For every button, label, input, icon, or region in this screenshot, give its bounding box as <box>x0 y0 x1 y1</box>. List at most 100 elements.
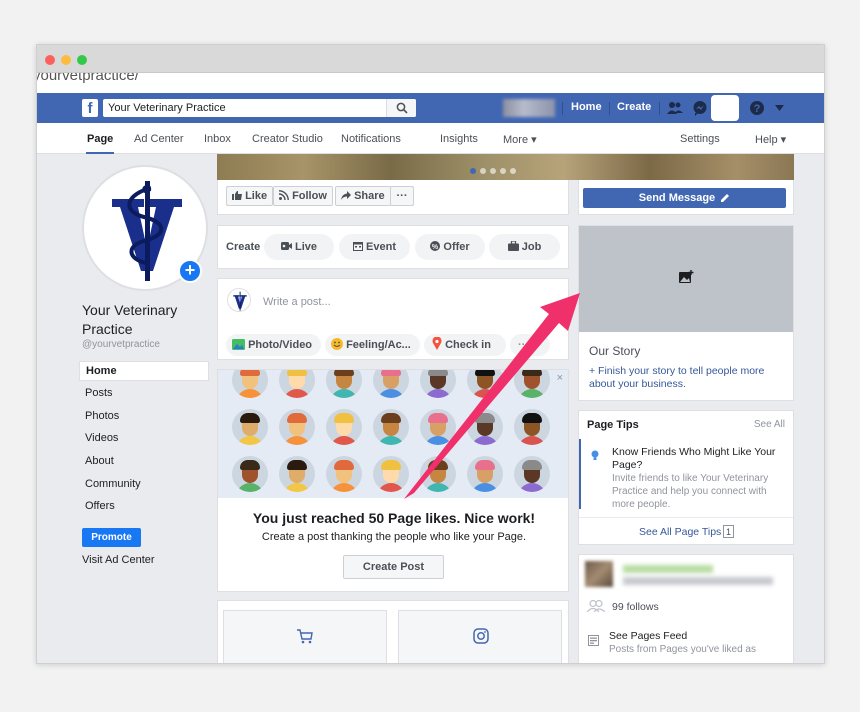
tip-description: Invite friends to like Your Veterinary P… <box>612 473 769 510</box>
fan-avatar <box>232 456 268 492</box>
fan-avatar <box>232 370 268 398</box>
friends-icon[interactable] <box>667 100 683 116</box>
tab-more[interactable]: More ▾ <box>503 133 537 146</box>
tips-see-all-link[interactable]: See All <box>754 419 785 430</box>
people-icon <box>587 600 605 612</box>
tab-insights[interactable]: Insights <box>440 133 478 145</box>
tip-question[interactable]: Know Friends Who Might Like Your Page? <box>612 446 782 472</box>
live-icon <box>280 242 292 250</box>
photo-icon <box>232 339 245 350</box>
create-post-button[interactable]: Create Post <box>343 555 444 579</box>
facebook-top-bar: f Your Veterinary Practice Home Create ? <box>37 93 824 123</box>
like-icon <box>232 191 242 200</box>
cover-carousel-dots[interactable] <box>470 165 520 177</box>
fans-illustration <box>218 370 568 498</box>
maximize-window-button[interactable] <box>77 55 87 65</box>
send-message-button[interactable]: Send Message <box>583 188 786 208</box>
add-photo-icon <box>679 270 694 283</box>
fan-avatar <box>326 409 362 445</box>
fan-avatar <box>279 456 315 492</box>
finish-story-link[interactable]: + Finish your story to tell people more … <box>589 365 789 391</box>
event-label: Event <box>366 241 397 253</box>
follows-count[interactable]: 99 follows <box>612 601 659 613</box>
f-logo-icon[interactable]: f <box>82 99 98 117</box>
fan-avatar <box>420 409 456 445</box>
visit-ad-center-link[interactable]: Visit Ad Center <box>82 554 155 566</box>
sidebar-item-posts[interactable]: Posts <box>85 387 113 399</box>
story-cover-placeholder[interactable] <box>579 226 793 332</box>
story-title: Our Story <box>589 344 641 358</box>
caret-down-icon[interactable] <box>775 105 784 111</box>
minimize-window-button[interactable] <box>61 55 71 65</box>
search-bar[interactable]: Your Veterinary Practice <box>103 99 416 117</box>
live-button[interactable]: Live <box>264 234 334 260</box>
sidebar-item-photos[interactable]: Photos <box>85 410 119 422</box>
fan-avatar <box>279 409 315 445</box>
tab-notifications[interactable]: Notifications <box>341 133 401 145</box>
job-button[interactable]: Job <box>489 234 560 260</box>
follow-button[interactable]: Follow <box>273 186 333 206</box>
tab-inbox[interactable]: Inbox <box>204 133 231 145</box>
share-label: Share <box>354 190 385 202</box>
tab-settings[interactable]: Settings <box>680 133 720 145</box>
live-label: Live <box>295 241 318 253</box>
offer-button[interactable]: % Offer <box>415 234 485 260</box>
fan-avatar <box>373 409 409 445</box>
feeling-icon <box>331 338 343 350</box>
like-label: Like <box>245 190 268 202</box>
tab-page[interactable]: Page <box>87 133 113 145</box>
job-icon <box>507 240 519 251</box>
home-link[interactable]: Home <box>571 101 602 113</box>
sidebar-item-about[interactable]: About <box>85 455 114 467</box>
tips-footer: See All Page Tips 1 <box>579 517 793 546</box>
write-post-input[interactable]: Write a post... <box>263 296 331 308</box>
see-all-page-tips-link[interactable]: See All Page Tips <box>639 526 721 538</box>
sidebar-item-videos[interactable]: Videos <box>85 432 118 444</box>
profile-avatar-blurred[interactable] <box>503 99 555 117</box>
sidebar-item-community[interactable]: Community <box>85 478 141 490</box>
notifications-blank[interactable] <box>711 95 739 121</box>
instagram-card[interactable] <box>398 610 562 663</box>
fan-avatar <box>467 409 503 445</box>
event-button[interactable]: Event <box>339 234 410 260</box>
fan-avatar <box>514 409 550 445</box>
photo-video-button[interactable]: Photo/Video <box>226 334 321 356</box>
more-composer-button[interactable]: ··· <box>510 334 550 356</box>
close-icon[interactable]: × <box>557 372 563 384</box>
like-button[interactable]: Like <box>226 186 274 206</box>
divider <box>609 102 610 115</box>
promote-button[interactable]: Promote <box>82 528 141 547</box>
tab-ad-center[interactable]: Ad Center <box>134 133 184 145</box>
close-window-button[interactable] <box>45 55 55 65</box>
add-photo-badge[interactable]: + <box>178 259 202 283</box>
check-in-button[interactable]: Check in <box>424 334 506 356</box>
divider <box>562 102 563 115</box>
feeling-button[interactable]: Feeling/Ac... <box>325 334 420 356</box>
tab-creator-studio[interactable]: Creator Studio <box>252 133 323 145</box>
sidebar-item-home[interactable]: Home <box>79 361 209 381</box>
sidebar-item-offers[interactable]: Offers <box>85 500 115 512</box>
fan-avatar <box>467 370 503 398</box>
search-icon <box>396 102 408 114</box>
help-icon[interactable]: ? <box>749 100 765 116</box>
messenger-icon[interactable] <box>692 100 708 116</box>
search-input[interactable]: Your Veterinary Practice <box>108 102 226 114</box>
share-button[interactable]: Share <box>335 186 391 206</box>
url-strip: yourvetpractice/ <box>37 73 824 93</box>
fan-avatar <box>420 370 456 398</box>
see-pages-feed-link[interactable]: See Pages Feed <box>609 630 687 642</box>
pages-feed-description: Posts from Pages you've liked as <box>609 644 756 655</box>
page-handle[interactable]: @yourvetpractice <box>82 339 160 350</box>
send-message-label: Send Message <box>638 192 716 204</box>
active-tab-underline <box>86 152 114 154</box>
fan-avatar <box>326 370 362 398</box>
title-bar <box>37 45 824 73</box>
search-button[interactable] <box>386 99 416 117</box>
tab-help[interactable]: Help ▾ <box>755 133 786 146</box>
shortcut-cards <box>217 600 569 663</box>
more-actions-button[interactable]: ··· <box>390 186 414 206</box>
create-link[interactable]: Create <box>617 101 651 113</box>
composer-avatar <box>227 288 251 312</box>
calendar-icon <box>352 242 363 251</box>
shop-card[interactable] <box>223 610 387 663</box>
